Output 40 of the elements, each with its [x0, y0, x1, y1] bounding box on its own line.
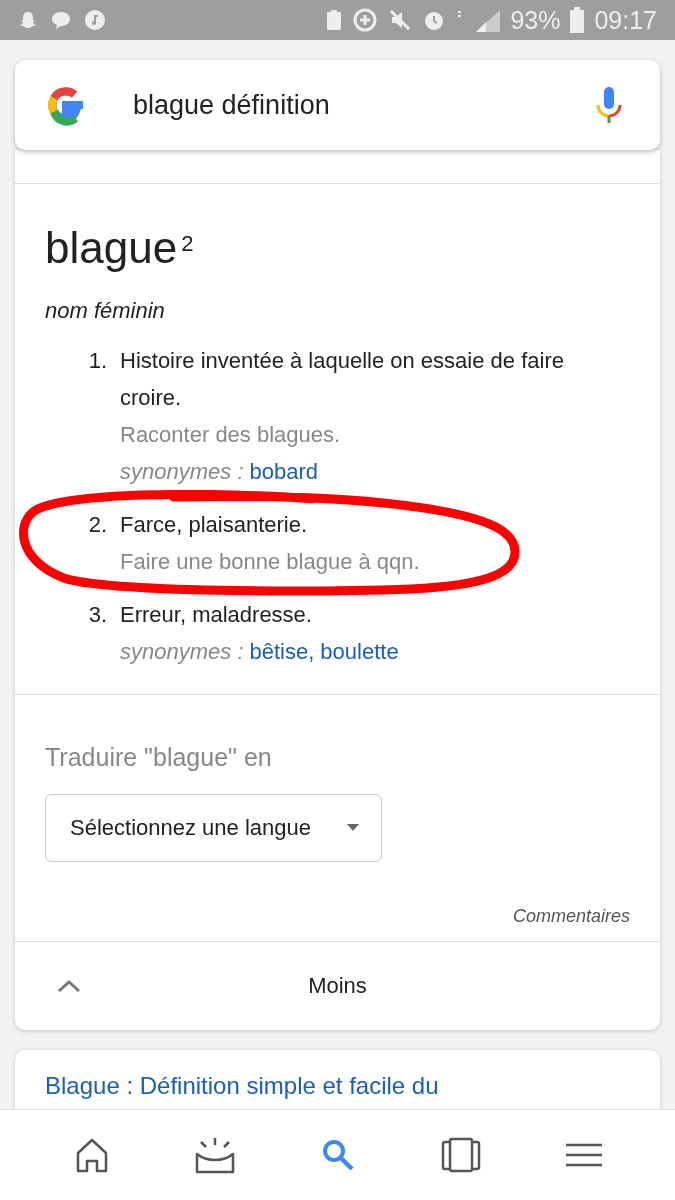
- result-title-link[interactable]: Blague : Définition simple et facile du: [45, 1072, 439, 1099]
- dropdown-arrow-icon: [347, 824, 359, 832]
- mute-icon: [388, 8, 413, 32]
- search-icon[interactable]: [320, 1138, 355, 1172]
- sense-number: 2.: [87, 511, 108, 539]
- feedback-link[interactable]: Commentaires: [512, 906, 630, 927]
- synonym-link[interactable]: boulette: [320, 633, 399, 670]
- search-query: blague définition: [133, 89, 331, 121]
- sense-definition: Farce, plaisanterie.: [120, 511, 309, 539]
- sense-number: 3.: [87, 601, 108, 629]
- add-circle-icon: [352, 7, 379, 33]
- battery-percentage: 93%: [510, 5, 561, 35]
- sense-number: 1.: [87, 347, 108, 375]
- chevron-up-icon: [57, 979, 81, 993]
- usage-example: Faire une bonne blague à qqn.: [120, 548, 421, 576]
- synonyms-label: synonymes :: [120, 458, 244, 486]
- collapse-button[interactable]: Moins: [15, 942, 660, 1030]
- battery-icon: [570, 7, 585, 33]
- menu-icon[interactable]: [565, 1143, 602, 1167]
- search-bar[interactable]: blague définition: [15, 60, 660, 150]
- signal-icon: [456, 8, 501, 32]
- sense-definition: Erreur, maladresse.: [120, 601, 313, 629]
- synonym-link[interactable]: bobard: [249, 453, 318, 490]
- music-icon: [84, 9, 106, 31]
- battery-saver-icon: [326, 9, 343, 31]
- tabs-icon[interactable]: [440, 1137, 481, 1173]
- headword: blague$^{2}$: [45, 222, 195, 274]
- usage-example: Raconter des blagues.: [120, 421, 342, 449]
- microphone-icon[interactable]: [594, 85, 624, 125]
- tray-icon[interactable]: [194, 1136, 235, 1174]
- language-select[interactable]: Sélectionnez une langue: [45, 794, 382, 862]
- synonyms-label: synonymes :: [120, 638, 244, 666]
- translate-label: Traduire "blague" en: [45, 743, 273, 772]
- sense-definition: Histoire inventée à laquelle on essaie de faire croire.: [120, 347, 565, 412]
- synonym-link[interactable]: bêtise,: [249, 633, 315, 670]
- part-of-speech: nom féminin: [45, 298, 166, 324]
- clock: 09:17: [594, 5, 657, 35]
- home-icon[interactable]: [74, 1137, 109, 1173]
- ghost-icon: [18, 10, 38, 30]
- chat-icon: [50, 10, 72, 30]
